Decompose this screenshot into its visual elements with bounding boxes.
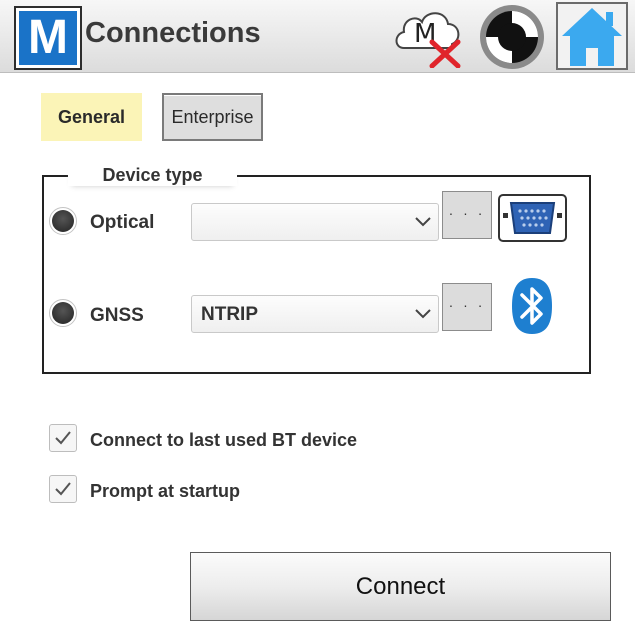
gnss-label: GNSS [90, 305, 144, 326]
app-logo[interactable]: M [14, 6, 82, 70]
optical-label: Optical [90, 212, 155, 233]
gnss-browse-button[interactable]: · · · [442, 283, 492, 331]
vga-port-icon[interactable] [498, 194, 567, 242]
tab-general[interactable]: General [41, 93, 142, 141]
optical-device-combo[interactable] [191, 203, 439, 241]
device-type-legend: Device type [68, 164, 237, 186]
checkmark-icon [55, 482, 71, 496]
prompt-at-startup-label: Prompt at startup [90, 481, 241, 501]
tab-enterprise[interactable]: Enterprise [162, 93, 263, 141]
home-icon [562, 8, 622, 66]
optical-browse-button[interactable]: · · · [442, 191, 492, 239]
logo-letter: M [19, 11, 77, 65]
header-bar: M Connections M [0, 0, 635, 73]
sync-status-icon[interactable] [476, 2, 548, 72]
gnss-combo-value: NTRIP [201, 304, 258, 325]
gnss-device-combo[interactable]: NTRIP [191, 295, 439, 333]
connect-last-bt-label: Connect to last used BT device [90, 430, 358, 450]
cloud-offline-icon[interactable]: M [392, 4, 468, 69]
checkmark-icon [55, 431, 71, 445]
connect-last-bt-checkbox[interactable] [49, 424, 77, 452]
radio-dot [52, 302, 74, 324]
radio-dot [52, 210, 74, 232]
prompt-at-startup-checkbox[interactable] [49, 475, 77, 503]
bluetooth-icon[interactable] [511, 277, 553, 335]
page-title: Connections [85, 17, 261, 49]
chevron-down-icon [415, 309, 431, 319]
optical-radio[interactable] [49, 207, 77, 235]
gnss-radio[interactable] [49, 299, 77, 327]
home-button[interactable] [556, 2, 628, 70]
connect-button[interactable]: Connect [190, 552, 611, 621]
chevron-down-icon [415, 217, 431, 227]
